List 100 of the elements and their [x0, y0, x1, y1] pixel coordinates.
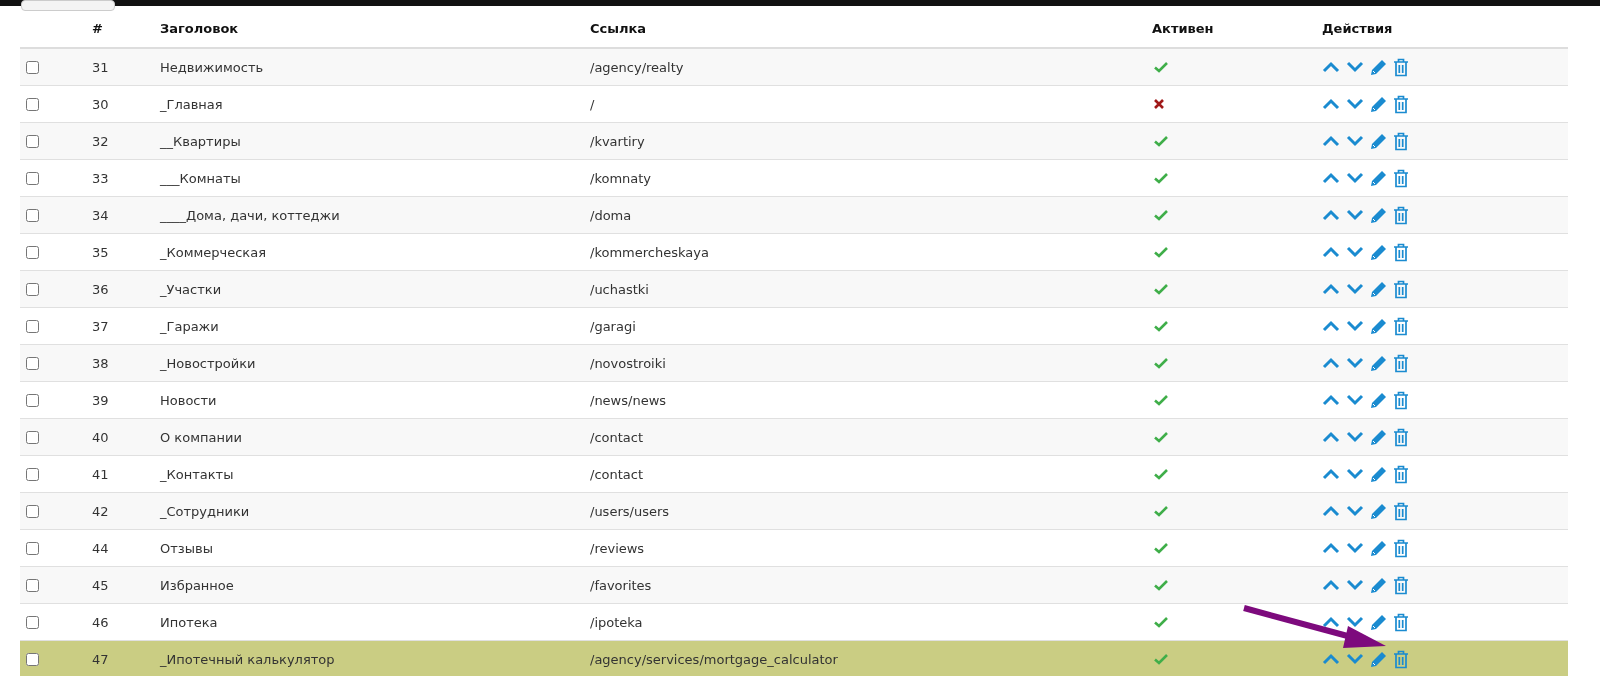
- pencil-icon[interactable]: [1370, 391, 1387, 409]
- row-checkbox[interactable]: [26, 320, 39, 333]
- down-chevron-icon[interactable]: [1346, 579, 1364, 591]
- table-cell: _Коммерческая: [160, 244, 266, 260]
- pencil-icon[interactable]: [1370, 58, 1387, 76]
- table-cell: /komnaty: [590, 170, 652, 186]
- pencil-icon[interactable]: [1370, 428, 1387, 446]
- table-cell: 30: [92, 96, 109, 112]
- pencil-icon[interactable]: [1370, 95, 1387, 113]
- row-checkbox[interactable]: [26, 135, 39, 148]
- down-chevron-icon[interactable]: [1346, 61, 1364, 73]
- table-cell: 31: [92, 59, 109, 75]
- column-header: Действия: [1322, 21, 1393, 36]
- down-chevron-icon[interactable]: [1346, 394, 1364, 406]
- table-cell: ____Дома, дачи, коттеджи: [160, 207, 340, 223]
- down-chevron-icon[interactable]: [1346, 542, 1364, 554]
- up-chevron-icon[interactable]: [1322, 246, 1340, 258]
- pencil-icon[interactable]: [1370, 650, 1387, 668]
- trash-icon[interactable]: [1393, 57, 1409, 77]
- up-chevron-icon[interactable]: [1322, 431, 1340, 443]
- up-chevron-icon[interactable]: [1322, 320, 1340, 332]
- row-checkbox[interactable]: [26, 616, 39, 629]
- pencil-icon[interactable]: [1370, 169, 1387, 187]
- trash-icon[interactable]: [1393, 575, 1409, 595]
- pencil-icon[interactable]: [1370, 243, 1387, 261]
- row-checkbox[interactable]: [26, 61, 39, 74]
- pencil-icon[interactable]: [1370, 576, 1387, 594]
- trash-icon[interactable]: [1393, 242, 1409, 262]
- trash-icon[interactable]: [1393, 316, 1409, 336]
- row-checkbox[interactable]: [26, 172, 39, 185]
- trash-icon[interactable]: [1393, 649, 1409, 669]
- down-chevron-icon[interactable]: [1346, 172, 1364, 184]
- pencil-icon[interactable]: [1370, 502, 1387, 520]
- column-header: Активен: [1152, 21, 1214, 36]
- down-chevron-icon[interactable]: [1346, 616, 1364, 628]
- pencil-icon[interactable]: [1370, 613, 1387, 631]
- up-chevron-icon[interactable]: [1322, 616, 1340, 628]
- down-chevron-icon[interactable]: [1346, 431, 1364, 443]
- table-cell: /news/news: [590, 392, 667, 408]
- up-chevron-icon[interactable]: [1322, 579, 1340, 591]
- up-chevron-icon[interactable]: [1322, 468, 1340, 480]
- up-chevron-icon[interactable]: [1322, 209, 1340, 221]
- down-chevron-icon[interactable]: [1346, 357, 1364, 369]
- trash-icon[interactable]: [1393, 205, 1409, 225]
- row-checkbox[interactable]: [26, 357, 39, 370]
- table-cell: Отзывы: [160, 540, 213, 556]
- down-chevron-icon[interactable]: [1346, 135, 1364, 147]
- table-cell: 44: [92, 540, 109, 556]
- row-checkbox[interactable]: [26, 505, 39, 518]
- down-chevron-icon[interactable]: [1346, 246, 1364, 258]
- table-cell: /kvartiry: [590, 133, 645, 149]
- up-chevron-icon[interactable]: [1322, 135, 1340, 147]
- table-cell: _Главная: [160, 96, 223, 112]
- down-chevron-icon[interactable]: [1346, 653, 1364, 665]
- trash-icon[interactable]: [1393, 538, 1409, 558]
- trash-icon[interactable]: [1393, 94, 1409, 114]
- pencil-icon[interactable]: [1370, 280, 1387, 298]
- row-checkbox[interactable]: [26, 579, 39, 592]
- table-cell: _Сотрудники: [160, 503, 250, 519]
- row-checkbox[interactable]: [26, 431, 39, 444]
- down-chevron-icon[interactable]: [1346, 283, 1364, 295]
- up-chevron-icon[interactable]: [1322, 505, 1340, 517]
- down-chevron-icon[interactable]: [1346, 209, 1364, 221]
- row-checkbox[interactable]: [26, 394, 39, 407]
- down-chevron-icon[interactable]: [1346, 320, 1364, 332]
- trash-icon[interactable]: [1393, 427, 1409, 447]
- pencil-icon[interactable]: [1370, 354, 1387, 372]
- row-checkbox[interactable]: [26, 283, 39, 296]
- up-chevron-icon[interactable]: [1322, 61, 1340, 73]
- down-chevron-icon[interactable]: [1346, 505, 1364, 517]
- row-checkbox[interactable]: [26, 468, 39, 481]
- row-checkbox[interactable]: [26, 653, 39, 666]
- row-checkbox[interactable]: [26, 246, 39, 259]
- pencil-icon[interactable]: [1370, 317, 1387, 335]
- row-checkbox[interactable]: [26, 542, 39, 555]
- trash-icon[interactable]: [1393, 464, 1409, 484]
- row-checkbox[interactable]: [26, 98, 39, 111]
- trash-icon[interactable]: [1393, 612, 1409, 632]
- trash-icon[interactable]: [1393, 279, 1409, 299]
- table-cell: 34: [92, 207, 109, 223]
- table-cell: 41: [92, 466, 109, 482]
- trash-icon[interactable]: [1393, 390, 1409, 410]
- table-cell: /agency/realty: [590, 59, 684, 75]
- up-chevron-icon[interactable]: [1322, 283, 1340, 295]
- up-chevron-icon[interactable]: [1322, 357, 1340, 369]
- trash-icon[interactable]: [1393, 131, 1409, 151]
- pencil-icon[interactable]: [1370, 539, 1387, 557]
- row-checkbox[interactable]: [26, 209, 39, 222]
- trash-icon[interactable]: [1393, 353, 1409, 373]
- down-chevron-icon[interactable]: [1346, 468, 1364, 480]
- up-chevron-icon[interactable]: [1322, 172, 1340, 184]
- pencil-icon[interactable]: [1370, 206, 1387, 224]
- down-chevron-icon[interactable]: [1346, 98, 1364, 110]
- trash-icon[interactable]: [1393, 501, 1409, 521]
- trash-icon[interactable]: [1393, 168, 1409, 188]
- pencil-icon[interactable]: [1370, 132, 1387, 150]
- up-chevron-icon[interactable]: [1322, 542, 1340, 554]
- up-chevron-icon[interactable]: [1322, 98, 1340, 110]
- up-chevron-icon[interactable]: [1322, 394, 1340, 406]
- pencil-icon[interactable]: [1370, 465, 1387, 483]
